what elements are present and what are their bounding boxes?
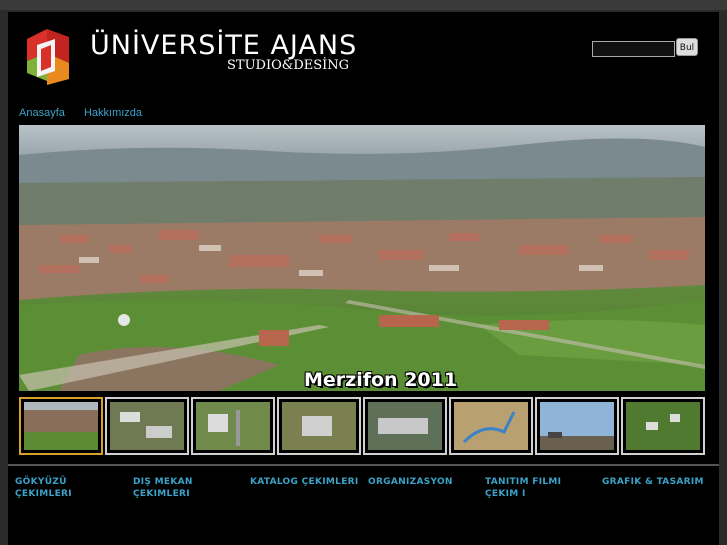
thumbnail-strip xyxy=(19,397,709,455)
hero-image[interactable] xyxy=(19,125,705,391)
main-nav: Anasayfa Hakkımızda xyxy=(19,101,156,120)
menu-graphic-design[interactable]: GRAFIK & TASARIM xyxy=(602,476,712,488)
page-container: ÜNİVERSİTE AJANS STUDIO&DESİNG Bul Anasa… xyxy=(8,12,719,545)
menu-organization[interactable]: ORGANIZASYON xyxy=(368,476,478,488)
search-button[interactable]: Bul xyxy=(676,38,698,56)
nav-home-link[interactable]: Anasayfa xyxy=(19,107,65,119)
search-input[interactable] xyxy=(592,41,675,57)
thumbnail-3[interactable] xyxy=(191,397,275,455)
menu-catalog-shoots[interactable]: KATALOG ÇEKIMLERI xyxy=(250,476,360,488)
footer-divider xyxy=(8,464,719,466)
thumbnail-8[interactable] xyxy=(621,397,705,455)
thumbnail-7[interactable] xyxy=(535,397,619,455)
menu-outdoor-shoots[interactable]: DIŞ MEKAN ÇEKIMLERI xyxy=(133,476,213,500)
top-strip xyxy=(0,0,727,10)
menu-aerial-shoots[interactable]: GÖKYÜZÜ ÇEKIMLERI xyxy=(15,476,125,500)
thumbnail-4[interactable] xyxy=(277,397,361,455)
thumbnail-1[interactable] xyxy=(19,397,103,455)
nav-about-link[interactable]: Hakkımızda xyxy=(84,107,142,119)
brand-title: ÜNİVERSİTE AJANS xyxy=(90,30,358,61)
thumbnail-2[interactable] xyxy=(105,397,189,455)
thumbnail-5[interactable] xyxy=(363,397,447,455)
brand-subtitle: STUDIO&DESİNG xyxy=(227,58,350,73)
menu-promo-film[interactable]: TANITIM FILMI ÇEKIM I xyxy=(485,476,589,500)
brand-logo-icon[interactable] xyxy=(25,27,73,89)
thumbnail-6[interactable] xyxy=(449,397,533,455)
hero-caption: Merzifon 2011 xyxy=(304,369,458,391)
